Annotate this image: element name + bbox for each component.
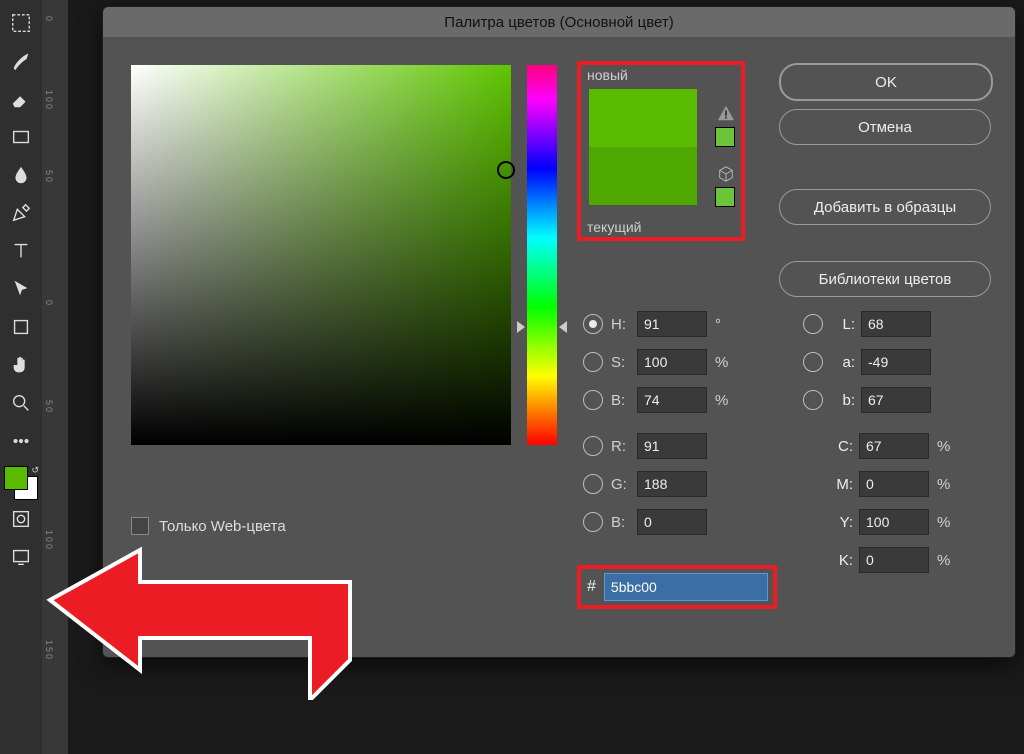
- cancel-button[interactable]: Отмена: [779, 109, 991, 145]
- b-lab-input[interactable]: [861, 387, 931, 413]
- shape-tool-icon[interactable]: [4, 310, 38, 344]
- pen-tool-icon[interactable]: [4, 196, 38, 230]
- foreground-color-swatch[interactable]: [4, 466, 28, 490]
- vertical-ruler: 0 100 50 0 50 100 150: [42, 0, 68, 754]
- k-input[interactable]: [859, 547, 929, 573]
- color-swatches[interactable]: ↺: [4, 466, 38, 500]
- hex-input[interactable]: [604, 573, 768, 601]
- new-color-label: новый: [587, 67, 741, 83]
- y-input[interactable]: [859, 509, 929, 535]
- gamut-warning-icon[interactable]: [717, 105, 735, 121]
- a-input[interactable]: [861, 349, 931, 375]
- marquee-tool-icon[interactable]: [4, 6, 38, 40]
- m-input[interactable]: [859, 471, 929, 497]
- h-input[interactable]: [637, 311, 707, 337]
- checkbox-icon[interactable]: [131, 517, 149, 535]
- brush-tool-icon[interactable]: [4, 44, 38, 78]
- hue-slider[interactable]: [527, 65, 557, 445]
- hue-handle-left-icon[interactable]: [517, 321, 525, 333]
- swap-colors-icon[interactable]: ↺: [31, 465, 39, 476]
- s-input[interactable]: [637, 349, 707, 375]
- hex-label: #: [587, 578, 596, 596]
- dialog-title: Палитра цветов (Основной цвет): [103, 7, 1015, 37]
- a-radio[interactable]: [803, 352, 823, 372]
- quickmask-icon[interactable]: [4, 502, 38, 536]
- ok-button[interactable]: OK: [779, 63, 993, 101]
- g-input[interactable]: [637, 471, 707, 497]
- type-tool-icon[interactable]: [4, 234, 38, 268]
- new-color-swatch[interactable]: [589, 89, 697, 147]
- hand-tool-icon[interactable]: [4, 348, 38, 382]
- s-radio[interactable]: [583, 352, 603, 372]
- c-input[interactable]: [859, 433, 929, 459]
- hue-handle-right-icon[interactable]: [559, 321, 567, 333]
- tools-panel: ↺: [0, 0, 42, 754]
- hex-highlight: #: [577, 565, 777, 609]
- zoom-tool-icon[interactable]: [4, 386, 38, 420]
- websafe-swatch[interactable]: [715, 187, 735, 207]
- blur-tool-icon[interactable]: [4, 158, 38, 192]
- r-input[interactable]: [637, 433, 707, 459]
- lab-cmyk-fields: L: a: b: C:% M:% Y:% K:%: [803, 305, 955, 579]
- b-lab-radio[interactable]: [803, 390, 823, 410]
- l-input[interactable]: [861, 311, 931, 337]
- path-selection-tool-icon[interactable]: [4, 272, 38, 306]
- h-radio[interactable]: [583, 314, 603, 334]
- sb-cursor[interactable]: [497, 161, 515, 179]
- g-radio[interactable]: [583, 474, 603, 494]
- web-colors-label: Только Web-цвета: [159, 518, 286, 535]
- color-preview-highlight: новый текущий: [577, 61, 745, 241]
- l-radio[interactable]: [803, 314, 823, 334]
- web-colors-checkbox[interactable]: Только Web-цвета: [131, 517, 286, 535]
- b-rgb-radio[interactable]: [583, 512, 603, 532]
- b-rgb-input[interactable]: [637, 509, 707, 535]
- r-radio[interactable]: [583, 436, 603, 456]
- gamut-swatch[interactable]: [715, 127, 735, 147]
- current-color-label: текущий: [587, 219, 641, 235]
- b-radio[interactable]: [583, 390, 603, 410]
- color-preview: [589, 89, 697, 205]
- websafe-warning-icon[interactable]: [717, 165, 735, 183]
- hsb-rgb-fields: H:° S:% B:% R: G: B:: [583, 305, 733, 541]
- edit-toolbar-icon[interactable]: [4, 424, 38, 458]
- current-color-swatch[interactable]: [589, 147, 697, 205]
- rectangle-tool-icon[interactable]: [4, 120, 38, 154]
- add-to-swatches-button[interactable]: Добавить в образцы: [779, 189, 991, 225]
- screen-mode-icon[interactable]: [4, 540, 38, 574]
- saturation-brightness-field[interactable]: [131, 65, 511, 445]
- b-hsb-input[interactable]: [637, 387, 707, 413]
- eraser-tool-icon[interactable]: [4, 82, 38, 116]
- color-picker-dialog: Палитра цветов (Основной цвет) новый тек…: [102, 6, 1016, 658]
- color-libraries-button[interactable]: Библиотеки цветов: [779, 261, 991, 297]
